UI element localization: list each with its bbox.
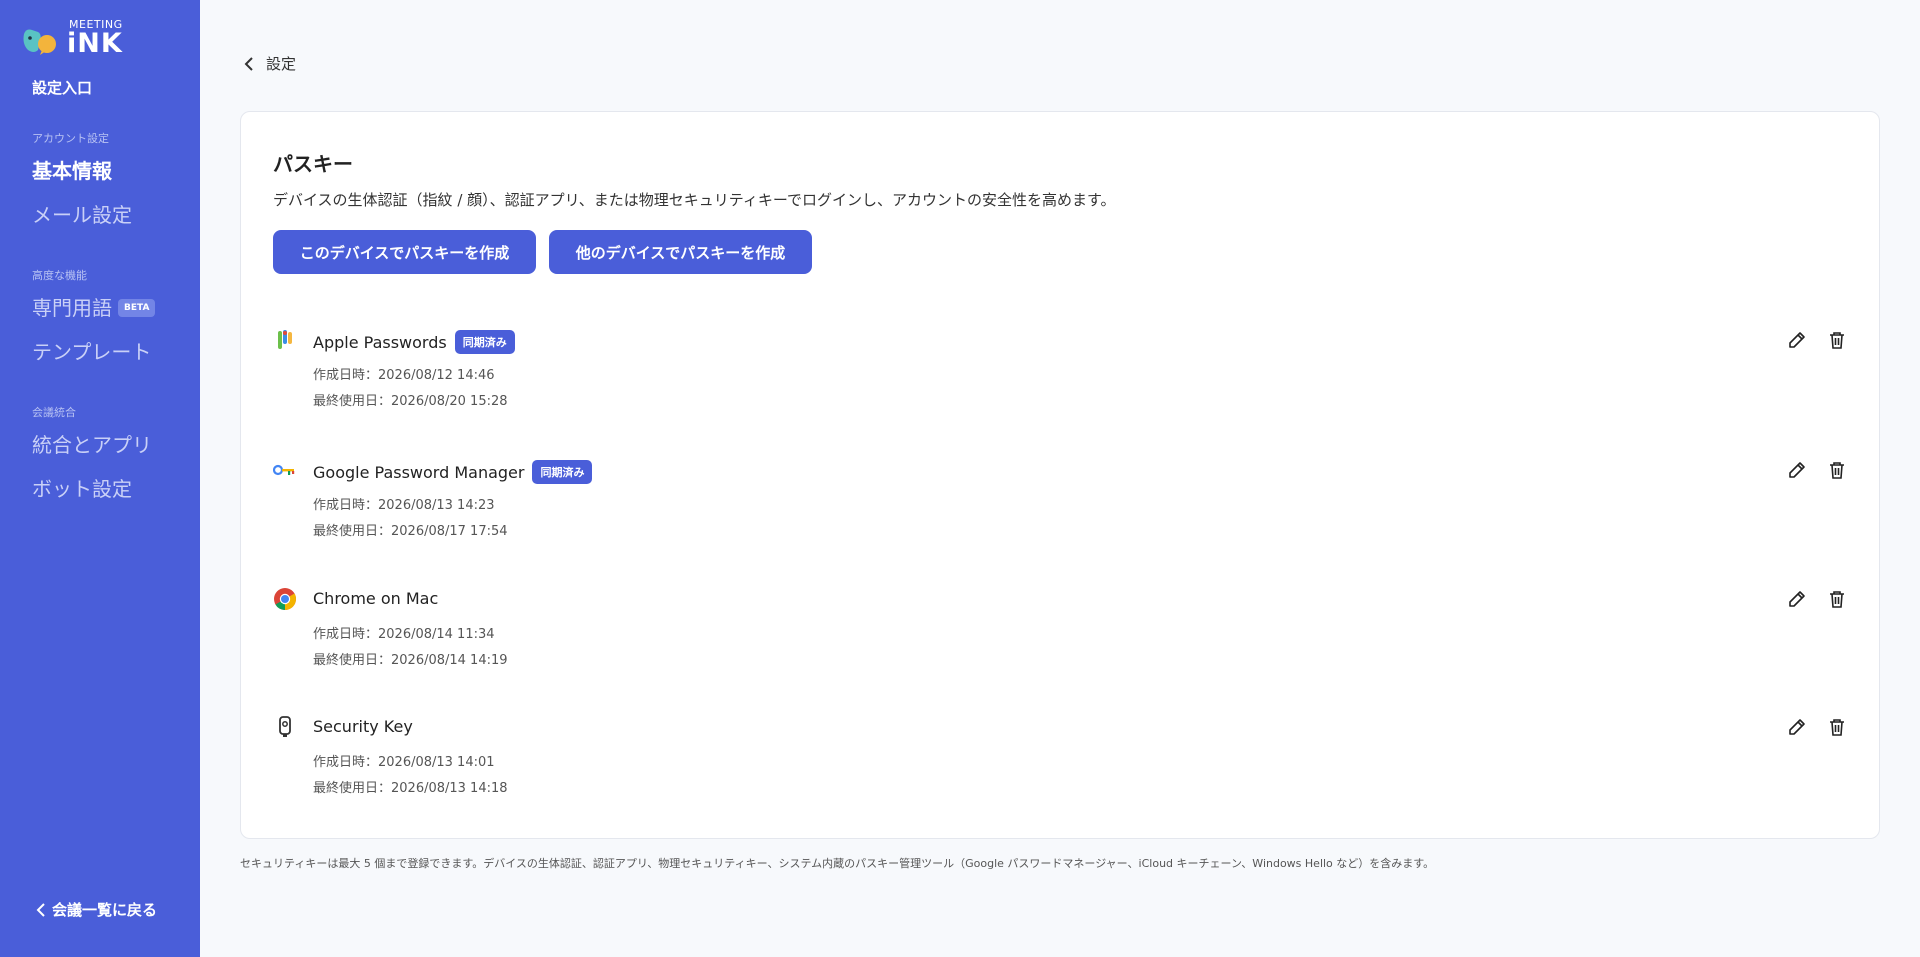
security-key-icon [273,715,297,739]
chevron-left-icon [244,56,253,71]
section-label-integrations: 会議統合 [32,406,76,419]
passkey-last-used: 最終使用日：2026/08/13 14:18 [313,781,508,796]
create-passkey-this-device-button[interactable]: このデバイスでパスキーを作成 [273,230,536,274]
page-title: パスキー [273,152,353,176]
nav-item-email-settings[interactable]: メール設定 [32,199,132,228]
edit-passkey-button[interactable] [1785,587,1809,611]
trash-icon [1830,591,1844,608]
passkey-name: Security Key [313,717,413,736]
nav-item-integrations-apps[interactable]: 統合とアプリ [32,429,152,458]
passkey-row: Apple Passwords 同期済み 作成日時：2026/08/12 14:… [241,328,1879,428]
pencil-icon [1789,462,1805,478]
section-label-account: アカウント設定 [32,132,109,145]
passkey-name-label: Security Key [313,717,413,736]
passkey-footnote: セキュリティキーは最大 5 個まで登録できます。デバイスの生体認証、認証アプリ、… [240,857,1435,870]
synced-badge: 同期済み [454,330,515,354]
nav-item-bot-settings[interactable]: ボット設定 [32,473,132,502]
passkey-name: Chrome on Mac [313,589,438,608]
passkey-last-used: 最終使用日：2026/08/14 14:19 [313,653,508,668]
passkey-last-used: 最終使用日：2026/08/20 15:28 [313,394,508,409]
beta-badge: BETA [118,298,156,317]
passkey-name-label: Google Password Manager [313,462,525,482]
nav-item-terminology-label: 専門用語 [32,296,112,320]
nav-item-terminology[interactable]: 専門用語 BETA [32,292,156,321]
trash-icon [1830,719,1844,736]
trash-icon [1830,462,1844,479]
delete-passkey-button[interactable] [1825,715,1849,739]
apple-passwords-icon [273,328,297,352]
pencil-icon [1789,332,1805,348]
delete-passkey-button[interactable] [1825,458,1849,482]
logo-mascot-icon [23,29,56,55]
pencil-icon [1789,719,1805,735]
passkey-row: Security Key 作成日時：2026/08/13 14:01 最終使用日… [241,715,1879,815]
google-password-manager-icon [273,458,297,482]
trash-icon [1830,332,1844,349]
passkey-name-label: Apple Passwords [313,332,447,352]
chrome-icon [273,587,297,611]
edit-passkey-button[interactable] [1785,458,1809,482]
create-passkey-other-device-button[interactable]: 他のデバイスでパスキーを作成 [549,230,812,274]
sidebar: MEETING iNK 設定入口 アカウント設定 基本情報 メール設定 高度な機… [0,0,200,957]
chevron-left-icon [36,902,45,917]
passkey-created: 作成日時：2026/08/13 14:23 [313,498,495,513]
breadcrumb-back-settings[interactable]: 設定 [244,53,296,74]
nav-item-templates[interactable]: テンプレート [32,336,151,365]
section-label-advanced: 高度な機能 [32,269,87,282]
passkey-created: 作成日時：2026/08/14 11:34 [313,627,495,642]
back-to-meetings-link[interactable]: 会議一覧に戻る [36,899,157,920]
pencil-icon [1789,591,1805,607]
passkey-created: 作成日時：2026/08/13 14:01 [313,755,495,770]
passkey-description: デバイスの生体認証（指紋 / 顔）、認証アプリ、または物理セキュリティキーでログ… [273,191,1116,209]
breadcrumb-label: 設定 [266,55,297,73]
synced-badge: 同期済み [532,460,593,484]
back-to-meetings-label: 会議一覧に戻る [52,901,158,919]
edit-passkey-button[interactable] [1785,328,1809,352]
passkey-name: Apple Passwords 同期済み [313,330,515,354]
settings-entry-title: 設定入口 [32,79,93,97]
passkey-created: 作成日時：2026/08/12 14:46 [313,368,495,383]
passkey-last-used: 最終使用日：2026/08/17 17:54 [313,524,508,539]
logo-big-text: iNK [67,28,123,59]
meeting-ink-logo[interactable]: MEETING iNK [22,18,132,62]
passkey-row: Chrome on Mac 作成日時：2026/08/14 11:34 最終使用… [241,587,1879,687]
passkey-row: Google Password Manager 同期済み 作成日時：2026/0… [241,458,1879,558]
delete-passkey-button[interactable] [1825,328,1849,352]
passkey-name-label: Chrome on Mac [313,589,439,608]
passkey-card: パスキー デバイスの生体認証（指紋 / 顔）、認証アプリ、または物理セキュリティ… [240,111,1880,839]
edit-passkey-button[interactable] [1785,715,1809,739]
delete-passkey-button[interactable] [1825,587,1849,611]
passkey-name: Google Password Manager 同期済み [313,460,593,484]
nav-item-basic-info[interactable]: 基本情報 [32,155,112,184]
